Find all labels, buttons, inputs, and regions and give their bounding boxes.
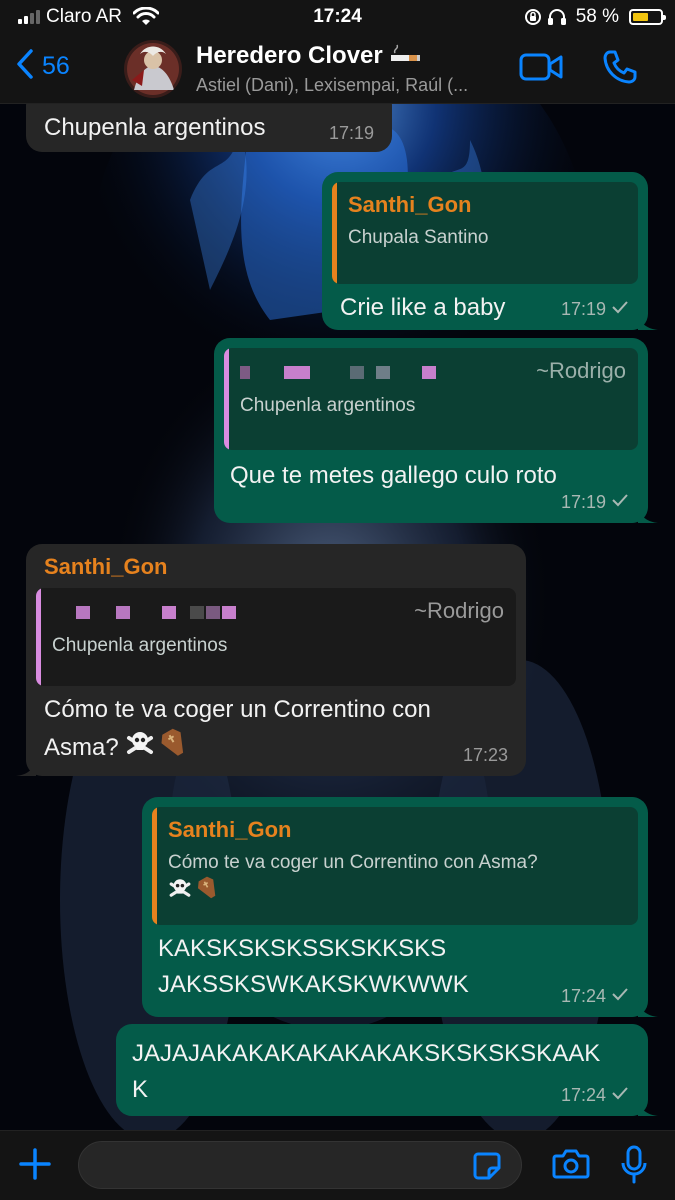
message-time: 17:19 (560, 492, 606, 512)
group-title[interactable]: Heredero Clover (196, 42, 425, 70)
composer-bar (0, 1130, 675, 1200)
message-time: 17:23 (462, 745, 508, 765)
message-meta: 17:19 (329, 123, 374, 144)
quote-text: Chupenla argentinos (52, 635, 228, 656)
checkmark-icon (610, 1085, 630, 1106)
message-meta: 17:19 (561, 492, 630, 513)
message-outgoing[interactable]: ~Rodrigo Chupenla argentinos Que te mete… (214, 338, 658, 523)
sender-name[interactable]: Santhi_Gon (36, 554, 516, 580)
status-time: 17:24 (313, 6, 362, 27)
bubble-tail (638, 314, 658, 330)
camera-icon (552, 1149, 590, 1184)
video-call-button[interactable] (519, 51, 563, 88)
quoted-message[interactable]: Santhi_Gon Chupala Santino (332, 182, 638, 284)
message-text-content: Cómo te va coger un Correntino con Asma? (44, 696, 431, 761)
quote-text: Chupala Santino (348, 227, 489, 248)
quote-handle: ~Rodrigo (414, 598, 504, 623)
sticker-icon (472, 1152, 502, 1185)
quote-bar (152, 807, 157, 925)
back-button[interactable]: 56 (16, 48, 70, 85)
message-incoming[interactable]: Chupenla argentinos 17:19 (26, 104, 392, 152)
battery-icon (629, 9, 666, 25)
message-input[interactable] (78, 1141, 522, 1189)
coffin-icon (159, 728, 189, 769)
message-outgoing[interactable]: Santhi_Gon Cómo te va coger un Correntin… (142, 797, 658, 1017)
quote-bar (332, 182, 337, 284)
message-emojis (125, 728, 189, 769)
message-meta: 17:24 (561, 986, 630, 1007)
skull-crossbones-icon (168, 876, 192, 908)
chevron-left-icon (16, 48, 34, 85)
chat-header: 56 Heredero Clover Astiel (Dani), Lexise… (0, 34, 675, 104)
battery-percentage: 58 % (575, 6, 619, 27)
message-meta: 17:23 (463, 745, 508, 766)
quoted-message[interactable]: ~Rodrigo Chupenla argentinos (36, 588, 516, 686)
group-title-text: Heredero Clover (196, 42, 383, 69)
headphones-icon (547, 8, 567, 31)
plus-icon (18, 1148, 52, 1185)
quote-author: Santhi_Gon (168, 817, 292, 842)
message-list[interactable]: Chupenla argentinos 17:19 Santhi_Gon Chu… (0, 104, 675, 1130)
quote-text: Cómo te va coger un Correntino con Asma? (168, 849, 624, 908)
quote-bar (224, 348, 229, 450)
video-camera-icon (519, 53, 563, 87)
quoted-message[interactable]: Santhi_Gon Cómo te va coger un Correntin… (152, 807, 638, 925)
bubble-tail (638, 1100, 658, 1116)
bubble-tail (16, 760, 36, 776)
checkmark-icon (610, 492, 630, 513)
checkmark-icon (610, 299, 630, 320)
camera-button[interactable] (552, 1148, 590, 1185)
quote-text: Chupenla argentinos (240, 395, 416, 416)
quote-text-content: Cómo te va coger un Correntino con Asma? (168, 852, 538, 873)
message-meta: 17:19 (561, 299, 630, 320)
message-incoming[interactable]: Santhi_Gon ~Rodrigo Chupenla argentinos … (16, 544, 526, 776)
microphone-button[interactable] (620, 1145, 648, 1190)
voice-call-button[interactable] (602, 49, 638, 90)
quote-emojis (168, 876, 220, 908)
message-outgoing[interactable]: JAJAJAKAKAKAKAKAKAKSKSKSKSKAAK K 17:24 (116, 1024, 658, 1116)
orientation-lock-icon (524, 8, 542, 31)
coffin-icon (196, 876, 220, 908)
message-text: Que te metes gallego culo roto (230, 462, 557, 489)
message-line: KAKSKSKSKSSKSKKSKS (158, 935, 447, 962)
bubble-tail (638, 1001, 658, 1017)
quoted-message[interactable]: ~Rodrigo Chupenla argentinos (224, 348, 638, 450)
sticker-button[interactable] (472, 1151, 502, 1186)
message-time: 17:19 (328, 123, 374, 143)
cigarette-icon (389, 42, 425, 69)
quote-author: Santhi_Gon (348, 192, 472, 217)
message-time: 17:24 (560, 986, 606, 1006)
quote-bar (36, 588, 41, 686)
bubble-tail (638, 507, 658, 523)
message-time: 17:19 (560, 299, 606, 319)
checkmark-icon (610, 986, 630, 1007)
battery-level-fill (633, 13, 648, 21)
group-avatar[interactable] (124, 40, 182, 98)
group-members[interactable]: Astiel (Dani), Lexisempai, Raúl (... (196, 75, 508, 96)
quote-handle: ~Rodrigo (536, 358, 626, 383)
skull-crossbones-icon (125, 728, 155, 769)
phone-icon (602, 50, 638, 89)
attach-button[interactable] (18, 1147, 52, 1186)
status-bar: Claro AR 17:24 58 % (0, 0, 675, 34)
message-outgoing[interactable]: Santhi_Gon Chupala Santino Crie like a b… (322, 172, 658, 330)
message-time: 17:24 (560, 1085, 606, 1105)
message-text: Cómo te va coger un Correntino con Asma? (36, 686, 506, 769)
unread-count: 56 (42, 52, 70, 80)
message-meta: 17:24 (561, 1085, 630, 1106)
microphone-icon (620, 1145, 648, 1189)
message-line: JAJAJAKAKAKAKAKAKAKSKSKSKSKAAK (132, 1040, 601, 1067)
